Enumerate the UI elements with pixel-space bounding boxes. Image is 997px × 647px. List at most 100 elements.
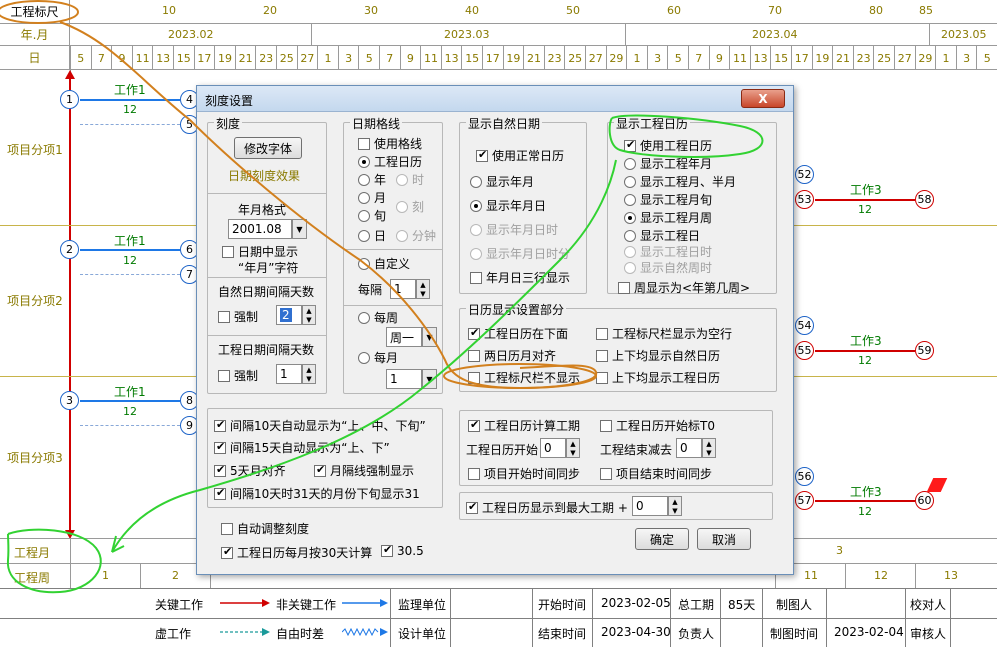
max-duration-spinner[interactable]: ▲ ▼ [668, 496, 682, 516]
project-interval-input[interactable]: 1 [276, 364, 302, 384]
show-nweekhour-radio[interactable]: 显示自然周时 [624, 259, 712, 276]
use-grid-checkbox[interactable]: 使用格线 [358, 135, 422, 152]
auto-adjust-checkbox[interactable]: 自动调整刻度 [221, 520, 309, 537]
ten-day-auto-checkbox[interactable]: 间隔10天自动显示为“上、中、下旬” [214, 417, 426, 434]
cancel-button[interactable]: 取消 [697, 528, 751, 550]
grid-quarter-radio[interactable]: 刻 [396, 198, 424, 215]
grid-hour-radio[interactable]: 时 [396, 171, 424, 188]
network-node[interactable]: 57 [795, 491, 814, 510]
grid-month-radio[interactable]: 月 [358, 189, 386, 206]
month-30-days-checkbox[interactable]: 工程日历每月按30天计算 [221, 544, 372, 561]
day-row: 日 5 7 9 11 13 15 17 19 21 23 25 27 1 3 5 7 9 11 13 15 17 19 21… [0, 46, 997, 70]
grid-dekad-radio[interactable]: 旬 [358, 207, 386, 224]
network-node[interactable]: 56 [795, 467, 814, 486]
project-interval-spinner[interactable]: ▲ ▼ [302, 364, 316, 384]
two-calendar-align-checkbox[interactable]: 两日历月对齐 [468, 347, 556, 364]
dialog-titlebar[interactable]: 刻度设置 X [197, 86, 793, 112]
both-project-checkbox[interactable]: 上下均显示工程日历 [596, 369, 720, 386]
day-cell: 15 [770, 46, 791, 70]
work-label: 工作1 [114, 385, 146, 399]
chevron-down-icon[interactable]: ▼ [422, 369, 437, 389]
three-lines-checkbox[interactable]: 年月日三行显示 [470, 269, 570, 286]
day-cell: 21 [832, 46, 853, 70]
day-cell: 5 [358, 46, 379, 70]
network-node[interactable]: 52 [795, 165, 814, 184]
max-duration-checkbox[interactable]: 工程日历显示到最大工期 + [466, 499, 628, 516]
use-normal-calendar-checkbox[interactable]: 使用正常日历 [476, 147, 564, 164]
month-day-select[interactable]: 1 [386, 369, 422, 389]
show-ym-radio[interactable]: 显示年月 [470, 173, 534, 190]
network-node[interactable]: 3 [60, 391, 79, 410]
ruler-empty-row-checkbox[interactable]: 工程标尺栏显示为空行 [596, 325, 732, 342]
month-30-value-checkbox[interactable]: 30.5 [381, 543, 424, 558]
show-pym-radio[interactable]: 显示工程年月 [624, 155, 712, 172]
change-font-button[interactable]: 修改字体 [234, 137, 302, 159]
scale-group: 刻度 修改字体 日期刻度效果 年月格式 2001.08 ▼ 日期中显示 “年月”… [207, 115, 327, 394]
project-force-checkbox[interactable]: 强制 [218, 367, 258, 384]
end-sync-checkbox[interactable]: 项目结束时间同步 [600, 465, 712, 482]
group-title: 显示工程日历 [614, 115, 691, 132]
show-ym-in-date-checkbox[interactable]: 日期中显示 [222, 243, 298, 260]
network-node[interactable]: 60 [915, 491, 934, 510]
show-ymdhm-radio[interactable]: 显示年月日时分 [470, 245, 570, 262]
chevron-down-icon[interactable]: ▼ [422, 327, 437, 347]
year-month-format-select[interactable]: 2001.08 [228, 219, 292, 239]
day-cell: 3 [646, 46, 668, 70]
every-label: 每隔 [358, 283, 383, 297]
show-phour-radio[interactable]: 显示工程日时 [624, 243, 712, 260]
show-ymdh-radio[interactable]: 显示年月日时 [470, 221, 558, 238]
end-minus-spinner[interactable]: ▲ ▼ [702, 438, 716, 458]
show-pweek-radio[interactable]: 显示工程月周 [624, 209, 712, 226]
scale-tick: 60 [667, 4, 681, 17]
start-sync-checkbox[interactable]: 项目开始时间同步 [468, 465, 580, 482]
calc-duration-checkbox[interactable]: 工程日历计算工期 [468, 417, 580, 434]
work-label: 工作3 [850, 485, 882, 499]
custom-grid-radio[interactable]: 自定义 [358, 255, 410, 272]
weekly-radio[interactable]: 每周 [358, 309, 398, 326]
start-t0-checkbox[interactable]: 工程日历开始标T0 [600, 417, 715, 434]
start-input[interactable]: 0 [540, 438, 566, 458]
network-node[interactable]: 2 [60, 240, 79, 259]
both-natural-checkbox[interactable]: 上下均显示自然日历 [596, 347, 720, 364]
network-node[interactable]: 54 [795, 316, 814, 335]
week-as-year-week-checkbox[interactable]: 周显示为<年第几周> [618, 279, 750, 296]
every-spinner[interactable]: ▲ ▼ [416, 279, 430, 299]
weekday-select[interactable]: 周一 [386, 327, 422, 347]
monthly-radio[interactable]: 每月 [358, 349, 398, 366]
grid-project-calendar-radio[interactable]: 工程日历 [358, 153, 422, 170]
grid-day-radio[interactable]: 日 [358, 227, 386, 244]
natural-force-checkbox[interactable]: 强制 [218, 308, 258, 325]
natural-interval-spinner[interactable]: ▲ ▼ [302, 305, 316, 325]
noncritical-arrow [80, 400, 180, 402]
ok-button[interactable]: 确定 [635, 528, 689, 550]
chevron-down-icon[interactable]: ▼ [292, 219, 307, 239]
start-spinner[interactable]: ▲ ▼ [566, 438, 580, 458]
ruler-not-shown-checkbox[interactable]: 工程标尺栏不显示 [468, 369, 580, 386]
use-project-calendar-checkbox[interactable]: 使用工程日历 [624, 137, 712, 154]
ten-day-31-checkbox[interactable]: 间隔10天时31天的月份下旬显示31 [214, 485, 420, 502]
day-cell: 25 [564, 46, 585, 70]
network-node[interactable]: 53 [795, 190, 814, 209]
show-pmhalf-radio[interactable]: 显示工程月、半月 [624, 173, 736, 190]
max-duration-input[interactable]: 0 [632, 496, 668, 516]
work-label: 工作3 [850, 183, 882, 197]
grid-minute-radio[interactable]: 分钟 [396, 227, 436, 244]
row-label: 项目分项2 [7, 294, 63, 308]
fifteen-day-auto-checkbox[interactable]: 间隔15天自动显示为“上、下” [214, 439, 390, 456]
show-pdekad-radio[interactable]: 显示工程月旬 [624, 191, 712, 208]
grid-year-radio[interactable]: 年 [358, 171, 386, 188]
end-minus-input[interactable]: 0 [676, 438, 702, 458]
network-node[interactable]: 55 [795, 341, 814, 360]
day-cell: 1 [317, 46, 338, 70]
project-calendar-below-checkbox[interactable]: 工程日历在下面 [468, 325, 568, 342]
close-button[interactable]: X [741, 89, 785, 108]
network-node[interactable]: 58 [915, 190, 934, 209]
show-pday-radio[interactable]: 显示工程日 [624, 227, 700, 244]
network-node[interactable]: 1 [60, 90, 79, 109]
every-input[interactable]: 1 [390, 279, 416, 299]
show-ymd-radio[interactable]: 显示年月日 [470, 197, 546, 214]
five-day-align-checkbox[interactable]: 5天月对齐 [214, 462, 286, 479]
network-node[interactable]: 59 [915, 341, 934, 360]
natural-interval-input[interactable]: 2 [276, 305, 302, 325]
month-line-force-checkbox[interactable]: 月隔线强制显示 [314, 462, 414, 479]
